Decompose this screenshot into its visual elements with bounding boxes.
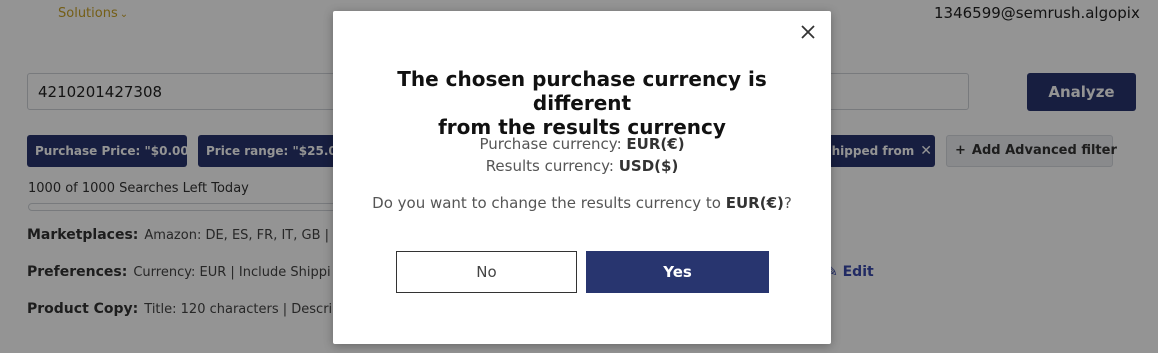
results-currency-value: USD($) [618,157,679,175]
currency-details: Purchase currency: EUR(€) Results curren… [333,133,831,177]
purchase-currency-line: Purchase currency: EUR(€) [333,133,831,155]
purchase-currency-value: EUR(€) [626,135,685,153]
purchase-currency-label: Purchase currency: [479,135,622,153]
dialog-title-line-1: The chosen purchase currency is differen… [397,67,767,115]
change-currency-question: Do you want to change the results curren… [333,194,831,212]
question-text: Do you want to change the results curren… [372,194,721,212]
no-button[interactable]: No [396,251,577,293]
currency-mismatch-dialog: The chosen purchase currency is differen… [333,11,831,344]
results-currency-line: Results currency: USD($) [333,155,831,177]
dialog-title: The chosen purchase currency is differen… [353,67,811,139]
close-icon[interactable] [799,23,817,41]
yes-button[interactable]: Yes [586,251,769,293]
question-mark: ? [783,194,792,212]
question-currency-value: EUR(€) [725,194,784,212]
results-currency-label: Results currency: [485,157,614,175]
